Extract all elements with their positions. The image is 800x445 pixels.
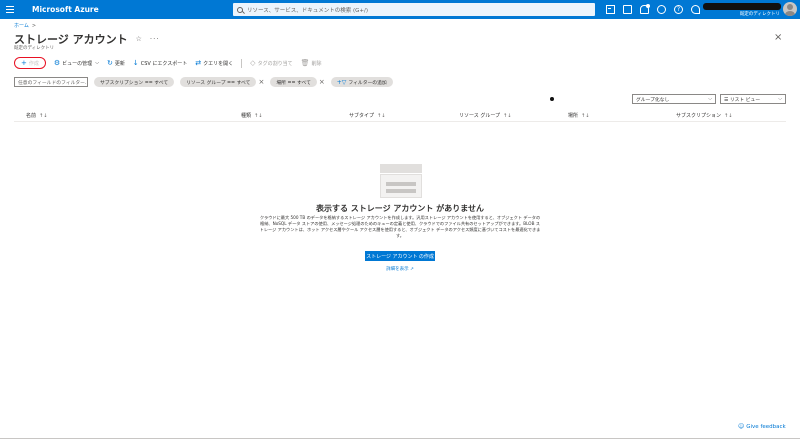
azure-top-bar: Microsoft Azure リソース、サービス、ドキュメントの検索 (G+/… <box>0 0 800 19</box>
cloud-shell-icon[interactable] <box>606 5 615 14</box>
add-filter-label: フィルターの追加 <box>348 80 387 86</box>
help-icon[interactable]: ? <box>674 5 683 14</box>
remove-location-filter-icon[interactable]: × <box>319 78 325 86</box>
top-icon-group: ? <box>606 0 700 19</box>
export-csv-label: CSV にエクスポート <box>140 60 188 67</box>
add-filter-button[interactable]: +▽ フィルターの追加 <box>330 77 393 87</box>
pin-icon[interactable]: ☆ <box>136 35 142 43</box>
account-directory: 既定のディレクトリ <box>739 12 780 17</box>
assign-tags-label: タグの割り当て <box>257 60 293 67</box>
add-filter-icon: +▽ <box>336 78 347 86</box>
feedback-icon[interactable] <box>691 5 700 14</box>
breadcrumb-separator: > <box>31 23 37 29</box>
export-csv-button[interactable]: ↓ CSV にエクスポート <box>133 59 187 67</box>
create-storage-account-button[interactable]: ストレージ アカウント の作成 <box>365 251 435 261</box>
refresh-label: 更新 <box>114 60 125 67</box>
column-header-subtype[interactable]: サブタイプ ↑↓ <box>349 112 385 119</box>
chevron-down-icon: ⌵ <box>95 60 99 66</box>
toolbar-divider <box>241 58 243 68</box>
trash-icon: 🗑 <box>300 59 310 67</box>
cursor-dot <box>550 97 554 101</box>
download-icon: ↓ <box>132 59 139 67</box>
filter-pill-subscription[interactable]: サブスクリプション == すべて <box>94 77 175 87</box>
filter-pill-label: 場所 == すべて <box>276 80 311 86</box>
filter-pill-resource-group[interactable]: リソース グループ == すべて <box>180 77 257 87</box>
column-header-resource-group[interactable]: リソース グループ ↑↓ <box>459 112 511 119</box>
plus-icon: + <box>21 59 27 67</box>
manage-view-label: ビューの管理 <box>62 60 93 67</box>
chevron-down-icon: ⌵ <box>708 96 712 102</box>
give-feedback-label: Give feedback <box>746 423 786 430</box>
notification-badge <box>646 4 650 8</box>
give-feedback-link[interactable]: ☺ Give feedback <box>738 423 786 430</box>
more-options-icon[interactable]: ··· <box>150 35 160 43</box>
column-header-location[interactable]: 場所 ↑↓ <box>568 112 589 119</box>
avatar[interactable] <box>783 2 797 16</box>
command-toolbar: + 作成 ⚙ ビューの管理 ⌵ ↻ 更新 ↓ CSV にエクスポート ⇄ クエリ… <box>14 56 329 70</box>
create-button[interactable]: + 作成 <box>14 57 46 69</box>
sort-icon: ↑↓ <box>581 113 590 119</box>
open-query-label: クエリを開く <box>203 60 234 67</box>
refresh-icon: ↻ <box>106 59 113 67</box>
notifications-bell-icon[interactable] <box>640 4 650 14</box>
field-filter-input[interactable]: 任意のフィールドのフィルター... <box>14 77 88 87</box>
tag-icon: ◇ <box>250 59 256 67</box>
column-header-type[interactable]: 種類 ↑↓ <box>241 112 262 119</box>
delete-button[interactable]: 🗑 削除 <box>301 59 322 67</box>
filter-pill-location[interactable]: 場所 == すべて <box>270 77 317 87</box>
page-subtitle: 既定のディレクトリ <box>14 46 55 51</box>
empty-state-title: 表示する ストレージ アカウント がありません <box>316 204 484 213</box>
sort-icon: ↑↓ <box>724 113 733 119</box>
sort-icon: ↑↓ <box>254 113 263 119</box>
column-header-subscription[interactable]: サブスクリプション ↑↓ <box>676 112 732 119</box>
window-bottom-edge <box>0 438 800 445</box>
settings-gear-icon[interactable] <box>657 5 666 14</box>
sort-icon: ↑↓ <box>39 113 48 119</box>
chevron-down-icon: ⌵ <box>778 96 782 102</box>
filter-pill-label: リソース グループ == すべて <box>186 80 251 86</box>
search-placeholder: リソース、サービス、ドキュメントの検索 (G+/) <box>247 7 368 14</box>
query-icon: ⇄ <box>195 59 202 67</box>
filter-pill-label: サブスクリプション == すべて <box>100 80 169 86</box>
learn-more-link[interactable]: 詳細を表示 ↗ <box>380 266 420 272</box>
account-name-redacted <box>703 3 781 10</box>
empty-storage-illustration <box>380 164 422 198</box>
open-query-button[interactable]: ⇄ クエリを開く <box>195 59 233 67</box>
filter-bar: 任意のフィールドのフィルター... サブスクリプション == すべて リソース … <box>14 77 393 87</box>
column-header-name[interactable]: 名前 ↑↓ <box>26 112 47 119</box>
refresh-button[interactable]: ↻ 更新 <box>107 59 125 67</box>
delete-label: 削除 <box>311 60 322 67</box>
directory-filter-icon[interactable] <box>623 5 632 14</box>
hamburger-menu-icon[interactable] <box>0 0 20 19</box>
remove-resource-group-filter-icon[interactable]: × <box>258 78 264 86</box>
brand-logo-text[interactable]: Microsoft Azure <box>32 5 99 14</box>
breadcrumb-home-link[interactable]: ホーム <box>14 23 29 29</box>
view-type-value: ☰ リスト ビュー <box>724 97 761 103</box>
sort-icon: ↑↓ <box>377 113 386 119</box>
manage-view-button[interactable]: ⚙ ビューの管理 ⌵ <box>54 59 99 67</box>
search-icon <box>237 6 243 13</box>
table-header: 名前 ↑↓ 種類 ↑↓ サブタイプ ↑↓ リソース グループ ↑↓ 場所 ↑↓ サブスクリ… <box>14 110 786 122</box>
view-type-select[interactable]: ☰ リスト ビュー ⌵ <box>720 94 786 104</box>
breadcrumb: ホーム > <box>14 22 36 29</box>
gear-icon: ⚙ <box>53 59 61 67</box>
assign-tags-button[interactable]: ◇ タグの割り当て <box>250 59 292 67</box>
group-by-select[interactable]: グループ化なし ⌵ <box>632 94 716 104</box>
close-blade-button[interactable]: × <box>774 33 782 43</box>
feedback-smile-icon: ☺ <box>738 423 745 430</box>
create-label: 作成 <box>28 60 39 67</box>
group-by-value: グループ化なし <box>636 97 670 103</box>
sort-icon: ↑↓ <box>503 113 512 119</box>
empty-state-description: クラウドに最大 500 TB のデータを格納するストレージ アカウントを作成しま… <box>259 215 541 238</box>
account-menu[interactable]: 既定のディレクトリ <box>703 2 781 18</box>
global-search-input[interactable]: リソース、サービス、ドキュメントの検索 (G+/) <box>233 3 595 16</box>
